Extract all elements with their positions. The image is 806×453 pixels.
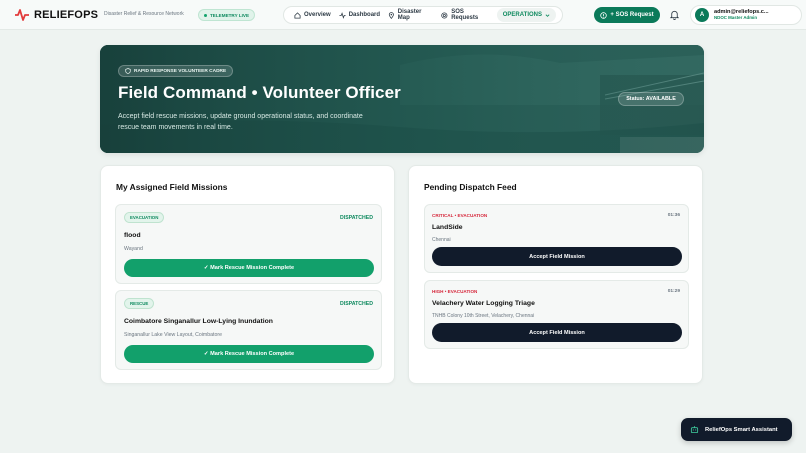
dispatch-title: Velachery Water Logging Triage [432, 300, 535, 307]
dispatch-time: 01:29 [667, 289, 680, 294]
home-icon [294, 11, 301, 19]
mission-location: Singanallur Lake View Layout, Coimbatore [124, 332, 222, 338]
shield-icon [125, 68, 131, 74]
assigned-missions-panel: My Assigned Field Missions EVACUATION DI… [100, 165, 395, 384]
map-pin-icon [388, 11, 394, 19]
mission-type-tag: RESCUE [124, 298, 155, 309]
nav-disaster-map-label: Disaster Map [397, 9, 422, 21]
mission-status: DISPATCHED [340, 215, 373, 221]
dispatch-title: LandSide [432, 224, 463, 231]
mission-card: EVACUATION DISPATCHED flood Wayand ✓ Mar… [115, 204, 382, 284]
nav-operations-label: OPERATIONS [502, 12, 542, 18]
chevron-down-icon [545, 13, 550, 17]
sos-request-label: + SOS Request [610, 12, 654, 18]
dispatch-feed-panel: Pending Dispatch Feed CRITICAL • EVACUAT… [408, 165, 703, 384]
priority-category: EVACUATION [447, 289, 478, 294]
sos-icon [600, 11, 608, 19]
hero-banner: RAPID RESPONSE VOLUNTEER CADRE Field Com… [100, 45, 704, 153]
main-nav: Overview Dashboard Disaster Map SOS Requ… [283, 6, 563, 24]
dispatch-time: 01:36 [667, 213, 680, 218]
mark-complete-button[interactable]: ✓ Mark Rescue Mission Complete [124, 259, 374, 277]
priority-level: HIGH [432, 289, 444, 294]
nav-sos-requests-label: SOS Requests [451, 9, 479, 21]
brand-name: RELIEFOPS [34, 9, 99, 21]
dispatch-location: Chennai [432, 237, 451, 243]
robot-icon [690, 426, 699, 434]
bell-icon[interactable] [669, 9, 680, 20]
brand-tagline: Disaster Relief & Resource Network [104, 11, 184, 17]
accept-mission-button[interactable]: Accept Field Mission [432, 323, 682, 342]
mission-card: RESCUE DISPATCHED Coimbatore Singanallur… [115, 290, 382, 370]
priority-level: CRITICAL [432, 213, 454, 218]
brand-logo[interactable]: RELIEFOPS [14, 8, 98, 22]
nav-overview[interactable]: Overview [290, 8, 335, 22]
assigned-missions-title: My Assigned Field Missions [116, 182, 228, 192]
nav-sos-requests[interactable]: SOS Requests [437, 8, 494, 22]
dispatch-priority: CRITICAL • EVACUATION [432, 213, 488, 218]
user-role: NDOC Master Admin [714, 15, 758, 21]
activity-icon [339, 11, 346, 19]
logo-icon [15, 9, 29, 21]
mission-type-tag: EVACUATION [124, 212, 165, 223]
nav-operations-dropdown[interactable]: OPERATIONS [496, 8, 556, 22]
dispatch-card: CRITICAL • EVACUATION 01:36 LandSide Che… [424, 204, 689, 273]
dispatch-location: TNHB Colony 10th Street, Velachery, Chen… [432, 313, 535, 319]
page-title: Field Command • Volunteer Officer [118, 83, 401, 102]
accept-mission-button[interactable]: Accept Field Mission [432, 247, 682, 266]
dispatch-card: HIGH • EVACUATION 01:29 Velachery Water … [424, 280, 689, 349]
nav-overview-label: Overview [304, 12, 331, 18]
telemetry-label: TELEMETRY LIVE [210, 12, 250, 18]
mission-location: Wayand [124, 246, 143, 252]
sos-request-button[interactable]: + SOS Request [594, 7, 660, 23]
priority-category: EVACUATION [457, 213, 488, 218]
smart-assistant-label: ReliefOps Smart Assistant [705, 426, 778, 433]
avatar: A [695, 8, 709, 22]
live-dot-icon [204, 13, 207, 17]
nav-dashboard[interactable]: Dashboard [335, 8, 384, 22]
telemetry-badge: TELEMETRY LIVE [198, 9, 256, 21]
volunteer-cadre-badge: RAPID RESPONSE VOLUNTEER CADRE [118, 65, 234, 77]
mark-complete-button[interactable]: ✓ Mark Rescue Mission Complete [124, 345, 374, 363]
dispatch-feed-title: Pending Dispatch Feed [424, 182, 517, 192]
mission-title: flood [124, 232, 141, 239]
top-navbar: RELIEFOPS Disaster Relief & Resource Net… [0, 0, 806, 30]
availability-status[interactable]: Status: AVAILABLE [618, 92, 684, 106]
volunteer-cadre-label: RAPID RESPONSE VOLUNTEER CADRE [134, 68, 227, 74]
user-menu[interactable]: A admin@reliefops.c... NDOC Master Admin [690, 5, 802, 25]
nav-disaster-map[interactable]: Disaster Map [384, 8, 437, 22]
smart-assistant-button[interactable]: ReliefOps Smart Assistant [681, 418, 792, 441]
lifebuoy-icon [441, 11, 448, 19]
mission-title: Coimbatore Singanallur Low-Lying Inundat… [124, 318, 273, 325]
nav-dashboard-label: Dashboard [348, 12, 381, 18]
page-subtitle: Accept field rescue missions, update gro… [118, 113, 363, 131]
dispatch-priority: HIGH • EVACUATION [432, 289, 478, 294]
mission-status: DISPATCHED [340, 301, 373, 307]
